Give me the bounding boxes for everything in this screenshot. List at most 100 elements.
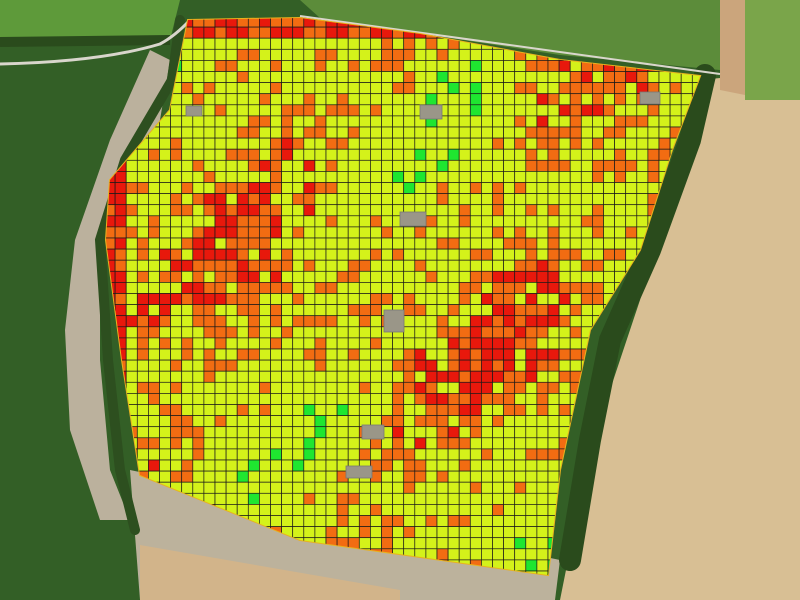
- zone-cell: [181, 93, 194, 106]
- zone-cell: [281, 315, 294, 328]
- zone-cell: [358, 515, 371, 527]
- zone-cell: [347, 415, 360, 428]
- zone-cell: [469, 282, 482, 294]
- zone-cell: [236, 426, 249, 439]
- zone-cell: [136, 259, 149, 272]
- zone-cell: [381, 437, 393, 450]
- zone-cell: [270, 93, 282, 106]
- zone-cell: [458, 159, 471, 172]
- zone-cell: [214, 93, 227, 106]
- zone-cell: [292, 248, 305, 261]
- zone-cell: [414, 337, 427, 350]
- zone-cell: [247, 182, 260, 194]
- zone-cell: [225, 115, 238, 128]
- zone-cell: [436, 370, 449, 383]
- zone-cell: [625, 204, 638, 217]
- zone-cell: [458, 137, 471, 150]
- zone-cell: [447, 226, 460, 239]
- zone-cell: [236, 193, 249, 206]
- zone-cell: [514, 137, 527, 150]
- zone-cell: [381, 359, 393, 372]
- zone-cell: [425, 426, 438, 439]
- zone-cell: [503, 459, 516, 472]
- zone-cell: [381, 448, 393, 461]
- zone-cell: [425, 282, 438, 294]
- zone-cell: [136, 437, 149, 450]
- zone-cell: [336, 282, 349, 294]
- zone-cell: [336, 93, 349, 106]
- zone-cell: [347, 137, 360, 150]
- zone-cell: [536, 437, 549, 450]
- zone-cell: [536, 315, 549, 328]
- zone-cell: [403, 481, 416, 494]
- zone-cell: [514, 193, 527, 206]
- zone-cell: [481, 237, 493, 250]
- zone-cell: [325, 437, 338, 450]
- zone-cell: [225, 71, 238, 83]
- zone-cell: [292, 526, 305, 539]
- zone-cell: [336, 426, 349, 439]
- zone-cell: [192, 437, 205, 450]
- zone-cell: [625, 215, 638, 228]
- zone-cell: [481, 282, 493, 294]
- zone-cell: [314, 404, 327, 416]
- zone-cell: [370, 71, 382, 83]
- zone-cell: [347, 226, 360, 239]
- zone-cell: [392, 270, 405, 283]
- zone-cell: [259, 148, 271, 161]
- zone-cell: [392, 470, 405, 483]
- zone-cell: [469, 137, 482, 150]
- zone-cell: [314, 426, 327, 439]
- zone-cell: [170, 104, 183, 117]
- zone-cell: [270, 370, 282, 383]
- zone-cell: [469, 204, 482, 217]
- zone-cell: [347, 426, 360, 439]
- zone-cell: [403, 448, 416, 461]
- zone-cell: [614, 259, 627, 272]
- zone-cell: [192, 93, 205, 106]
- zone-cell: [481, 437, 493, 450]
- zone-cell: [370, 137, 382, 150]
- zone-cell: [136, 148, 149, 161]
- zone-cell: [481, 215, 493, 228]
- zone-cell: [525, 282, 538, 294]
- zone-cell: [558, 237, 571, 250]
- zone-cell: [558, 148, 571, 161]
- zone-cell: [414, 71, 427, 83]
- zone-cell: [514, 326, 527, 339]
- zone-cell: [181, 315, 194, 328]
- zone-cell: [225, 415, 238, 428]
- zone-cell: [392, 359, 405, 372]
- zone-cell: [580, 226, 593, 239]
- zone-cell: [636, 159, 649, 172]
- zone-cell: [547, 171, 560, 183]
- zone-cell: [569, 71, 582, 83]
- zone-cell: [603, 71, 615, 83]
- zone-cell: [203, 204, 216, 217]
- zone-cell: [247, 237, 260, 250]
- zone-cell: [469, 237, 482, 250]
- zone-cell: [303, 71, 316, 83]
- zone-cell: [347, 393, 360, 405]
- zone-cell: [381, 526, 393, 539]
- zone-cell: [381, 381, 393, 394]
- zone-cell: [181, 226, 194, 239]
- zone-cell: [503, 82, 516, 95]
- zone-cell: [159, 381, 171, 394]
- zone-cell: [458, 93, 471, 106]
- zone-cell: [148, 304, 160, 317]
- zone-cell: [225, 393, 238, 405]
- zone-cell: [658, 93, 671, 106]
- zone-cell: [625, 71, 638, 83]
- zone-cell: [170, 381, 183, 394]
- zone-cell: [281, 326, 294, 339]
- zone-cell: [370, 293, 382, 305]
- zone-cell: [281, 337, 294, 350]
- zone-cell: [458, 304, 471, 317]
- zone-cell: [192, 359, 205, 372]
- zone-cell: [125, 315, 138, 328]
- zone-cell: [370, 537, 382, 550]
- zone-cell: [336, 226, 349, 239]
- zone-cell: [392, 193, 405, 206]
- zone-cell: [358, 237, 371, 250]
